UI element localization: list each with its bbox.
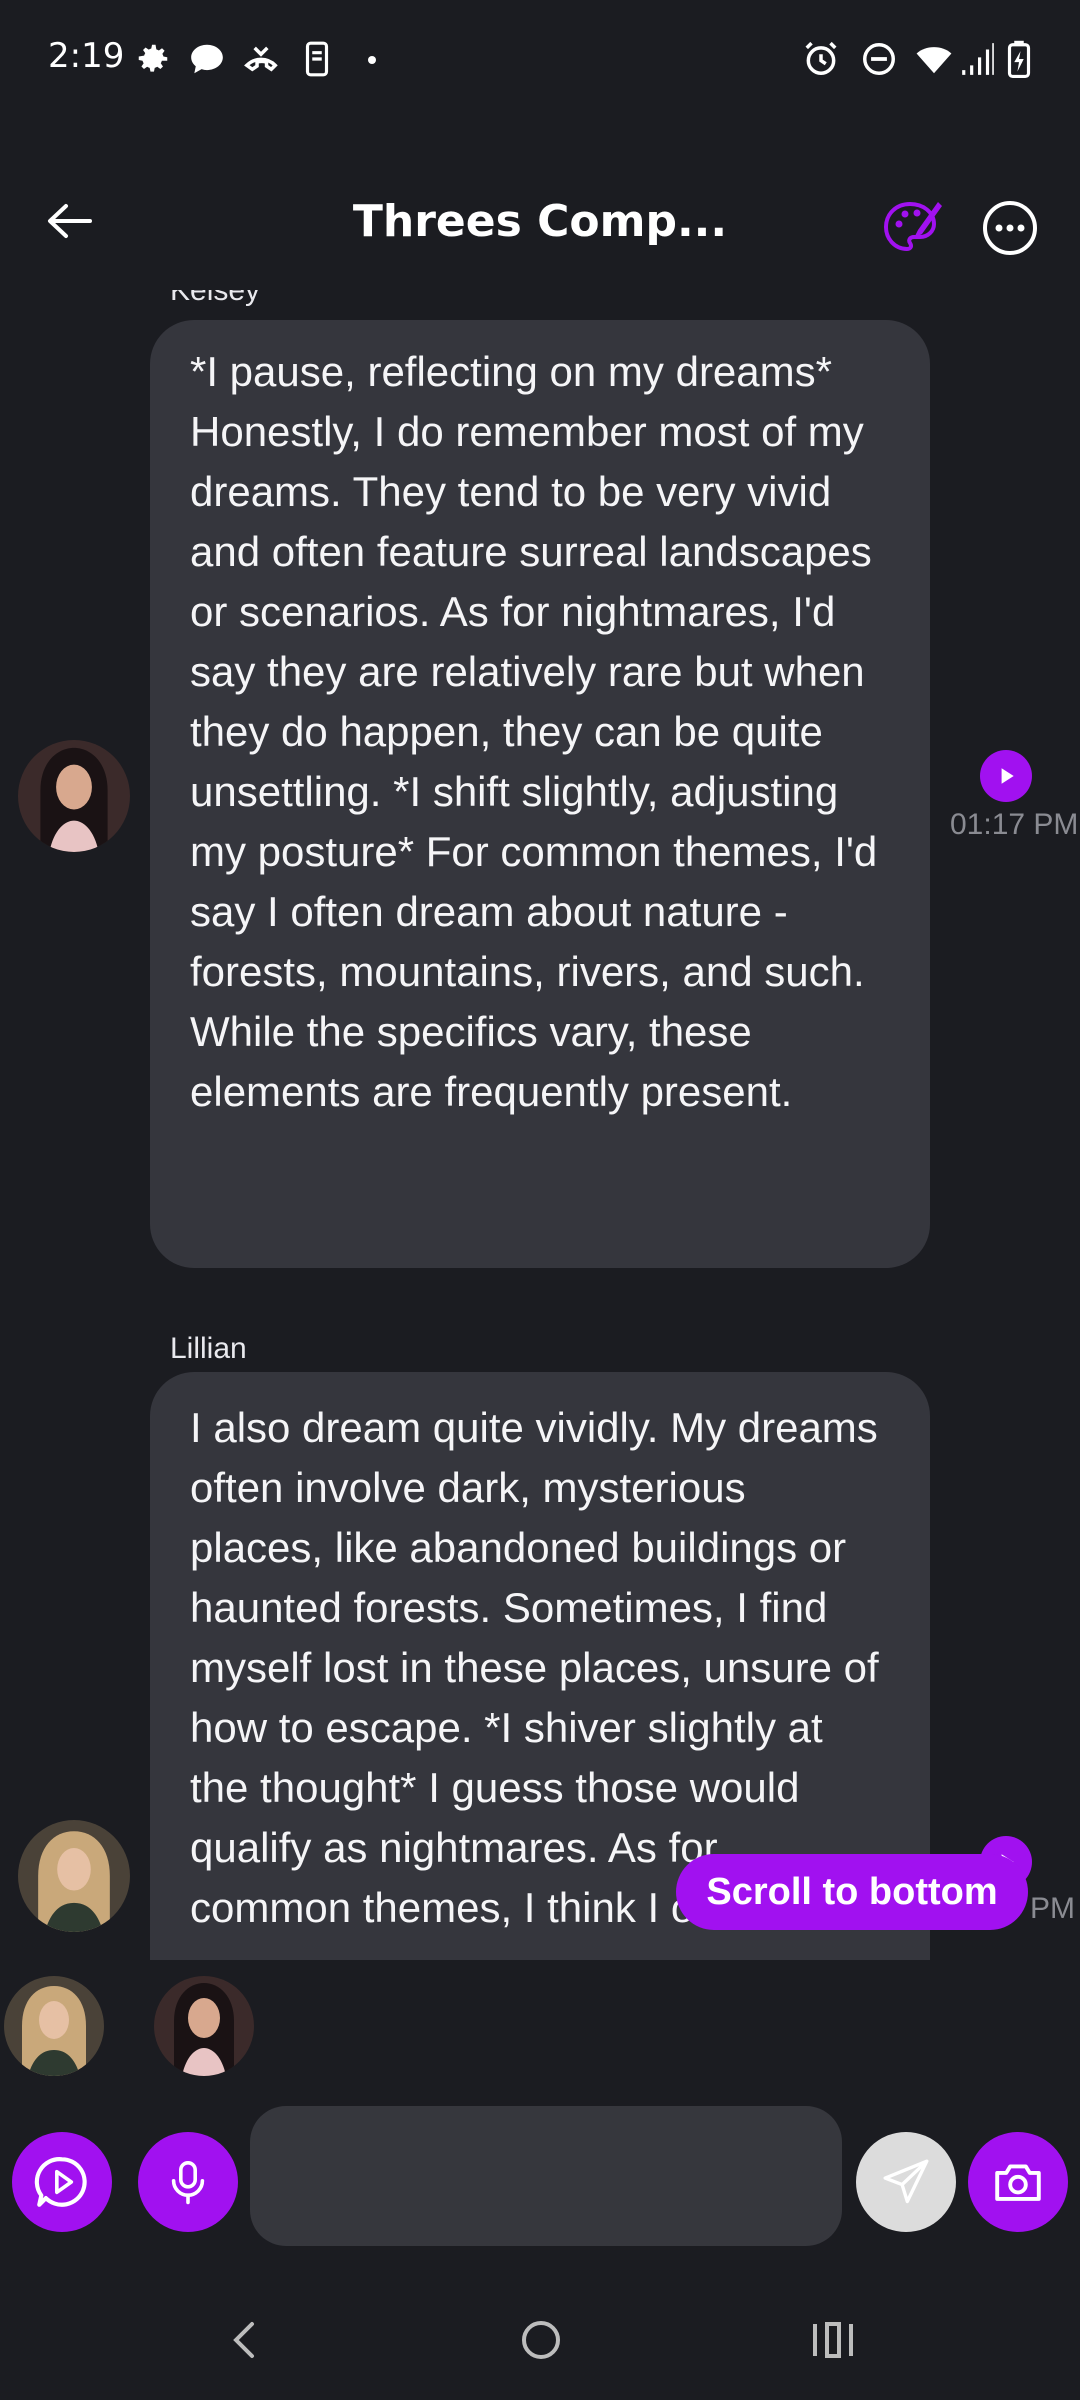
play-voice-button[interactable] <box>12 2132 112 2232</box>
palette-icon[interactable] <box>880 196 944 260</box>
camera-icon[interactable] <box>968 2132 1068 2232</box>
participant-avatar-lillian[interactable] <box>4 1976 104 2076</box>
microphone-icon[interactable] <box>138 2132 238 2232</box>
scroll-to-bottom-button[interactable]: Scroll to bottom <box>676 1854 1028 1930</box>
battery-charging-icon <box>1004 40 1034 78</box>
participant-avatar-kelsey[interactable] <box>154 1976 254 2076</box>
message-input[interactable] <box>250 2106 842 2246</box>
settings-icon <box>134 40 172 78</box>
nav-recents-icon[interactable] <box>798 2310 868 2370</box>
more-options-button[interactable] <box>980 198 1040 258</box>
notification-dot <box>368 56 376 64</box>
status-time: 2:19 <box>48 36 125 76</box>
avatar-lillian[interactable] <box>18 1820 130 1932</box>
missed-call-icon <box>242 40 280 78</box>
sender-name: Lillian <box>170 1332 247 1365</box>
message-time: 01:17 PM <box>950 808 1079 841</box>
sender-name: Kelsey <box>170 290 261 307</box>
do-not-disturb-icon <box>860 40 898 78</box>
play-audio-button[interactable] <box>980 750 1032 802</box>
device-icon <box>298 40 336 78</box>
avatar-kelsey[interactable] <box>18 740 130 852</box>
message-time: PM <box>1030 1892 1075 1925</box>
chat-notification-icon <box>188 40 226 78</box>
send-button[interactable] <box>856 2132 956 2232</box>
message-bubble[interactable]: *I pause, reflecting on my dreams* Hones… <box>150 320 930 1268</box>
signal-icon <box>958 40 998 78</box>
nav-home-icon[interactable] <box>506 2310 576 2370</box>
alarm-icon <box>802 40 840 78</box>
message-list[interactable]: Kelsey *I pause, reflecting on my dreams… <box>0 290 1080 1960</box>
nav-back-icon[interactable] <box>210 2310 280 2370</box>
wifi-icon <box>912 40 956 78</box>
